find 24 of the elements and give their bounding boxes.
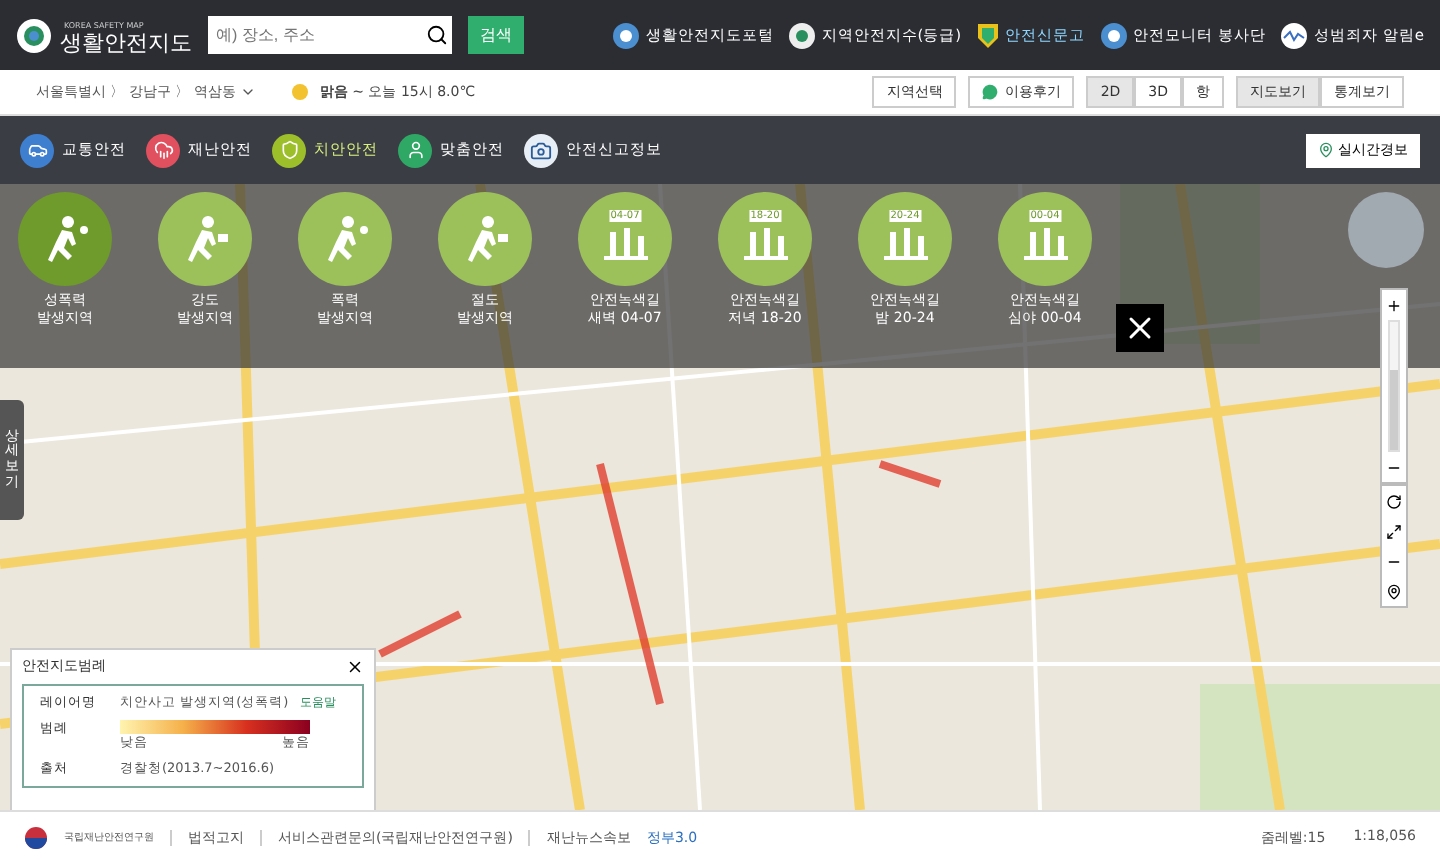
wave-icon — [1280, 21, 1308, 49]
close-button[interactable] — [1116, 304, 1164, 352]
close-icon[interactable] — [346, 657, 364, 675]
logo-icon — [16, 17, 52, 53]
logo-text: 생활안전지도 — [60, 28, 192, 58]
zoom-in-icon — [1386, 297, 1402, 313]
chat-icon — [982, 84, 999, 100]
zoom-slider[interactable] — [1388, 320, 1400, 452]
shield-icon — [279, 140, 299, 160]
caret-icon — [239, 84, 256, 100]
search-icon-button[interactable] — [420, 16, 452, 54]
camera-icon — [530, 139, 552, 161]
shield-icon — [975, 21, 1000, 49]
car-icon — [27, 140, 47, 160]
emblem-icon — [24, 825, 48, 849]
expand-icon — [1386, 523, 1402, 539]
sun-icon — [291, 84, 308, 100]
rotate-icon — [1386, 493, 1402, 509]
search-field[interactable]: 예) 장소, 주소 — [208, 16, 420, 54]
cloud-icon — [153, 140, 173, 160]
pin-icon — [1386, 583, 1402, 599]
person-icon — [405, 140, 425, 160]
search-icon — [425, 24, 447, 46]
pin-icon — [1318, 142, 1334, 158]
